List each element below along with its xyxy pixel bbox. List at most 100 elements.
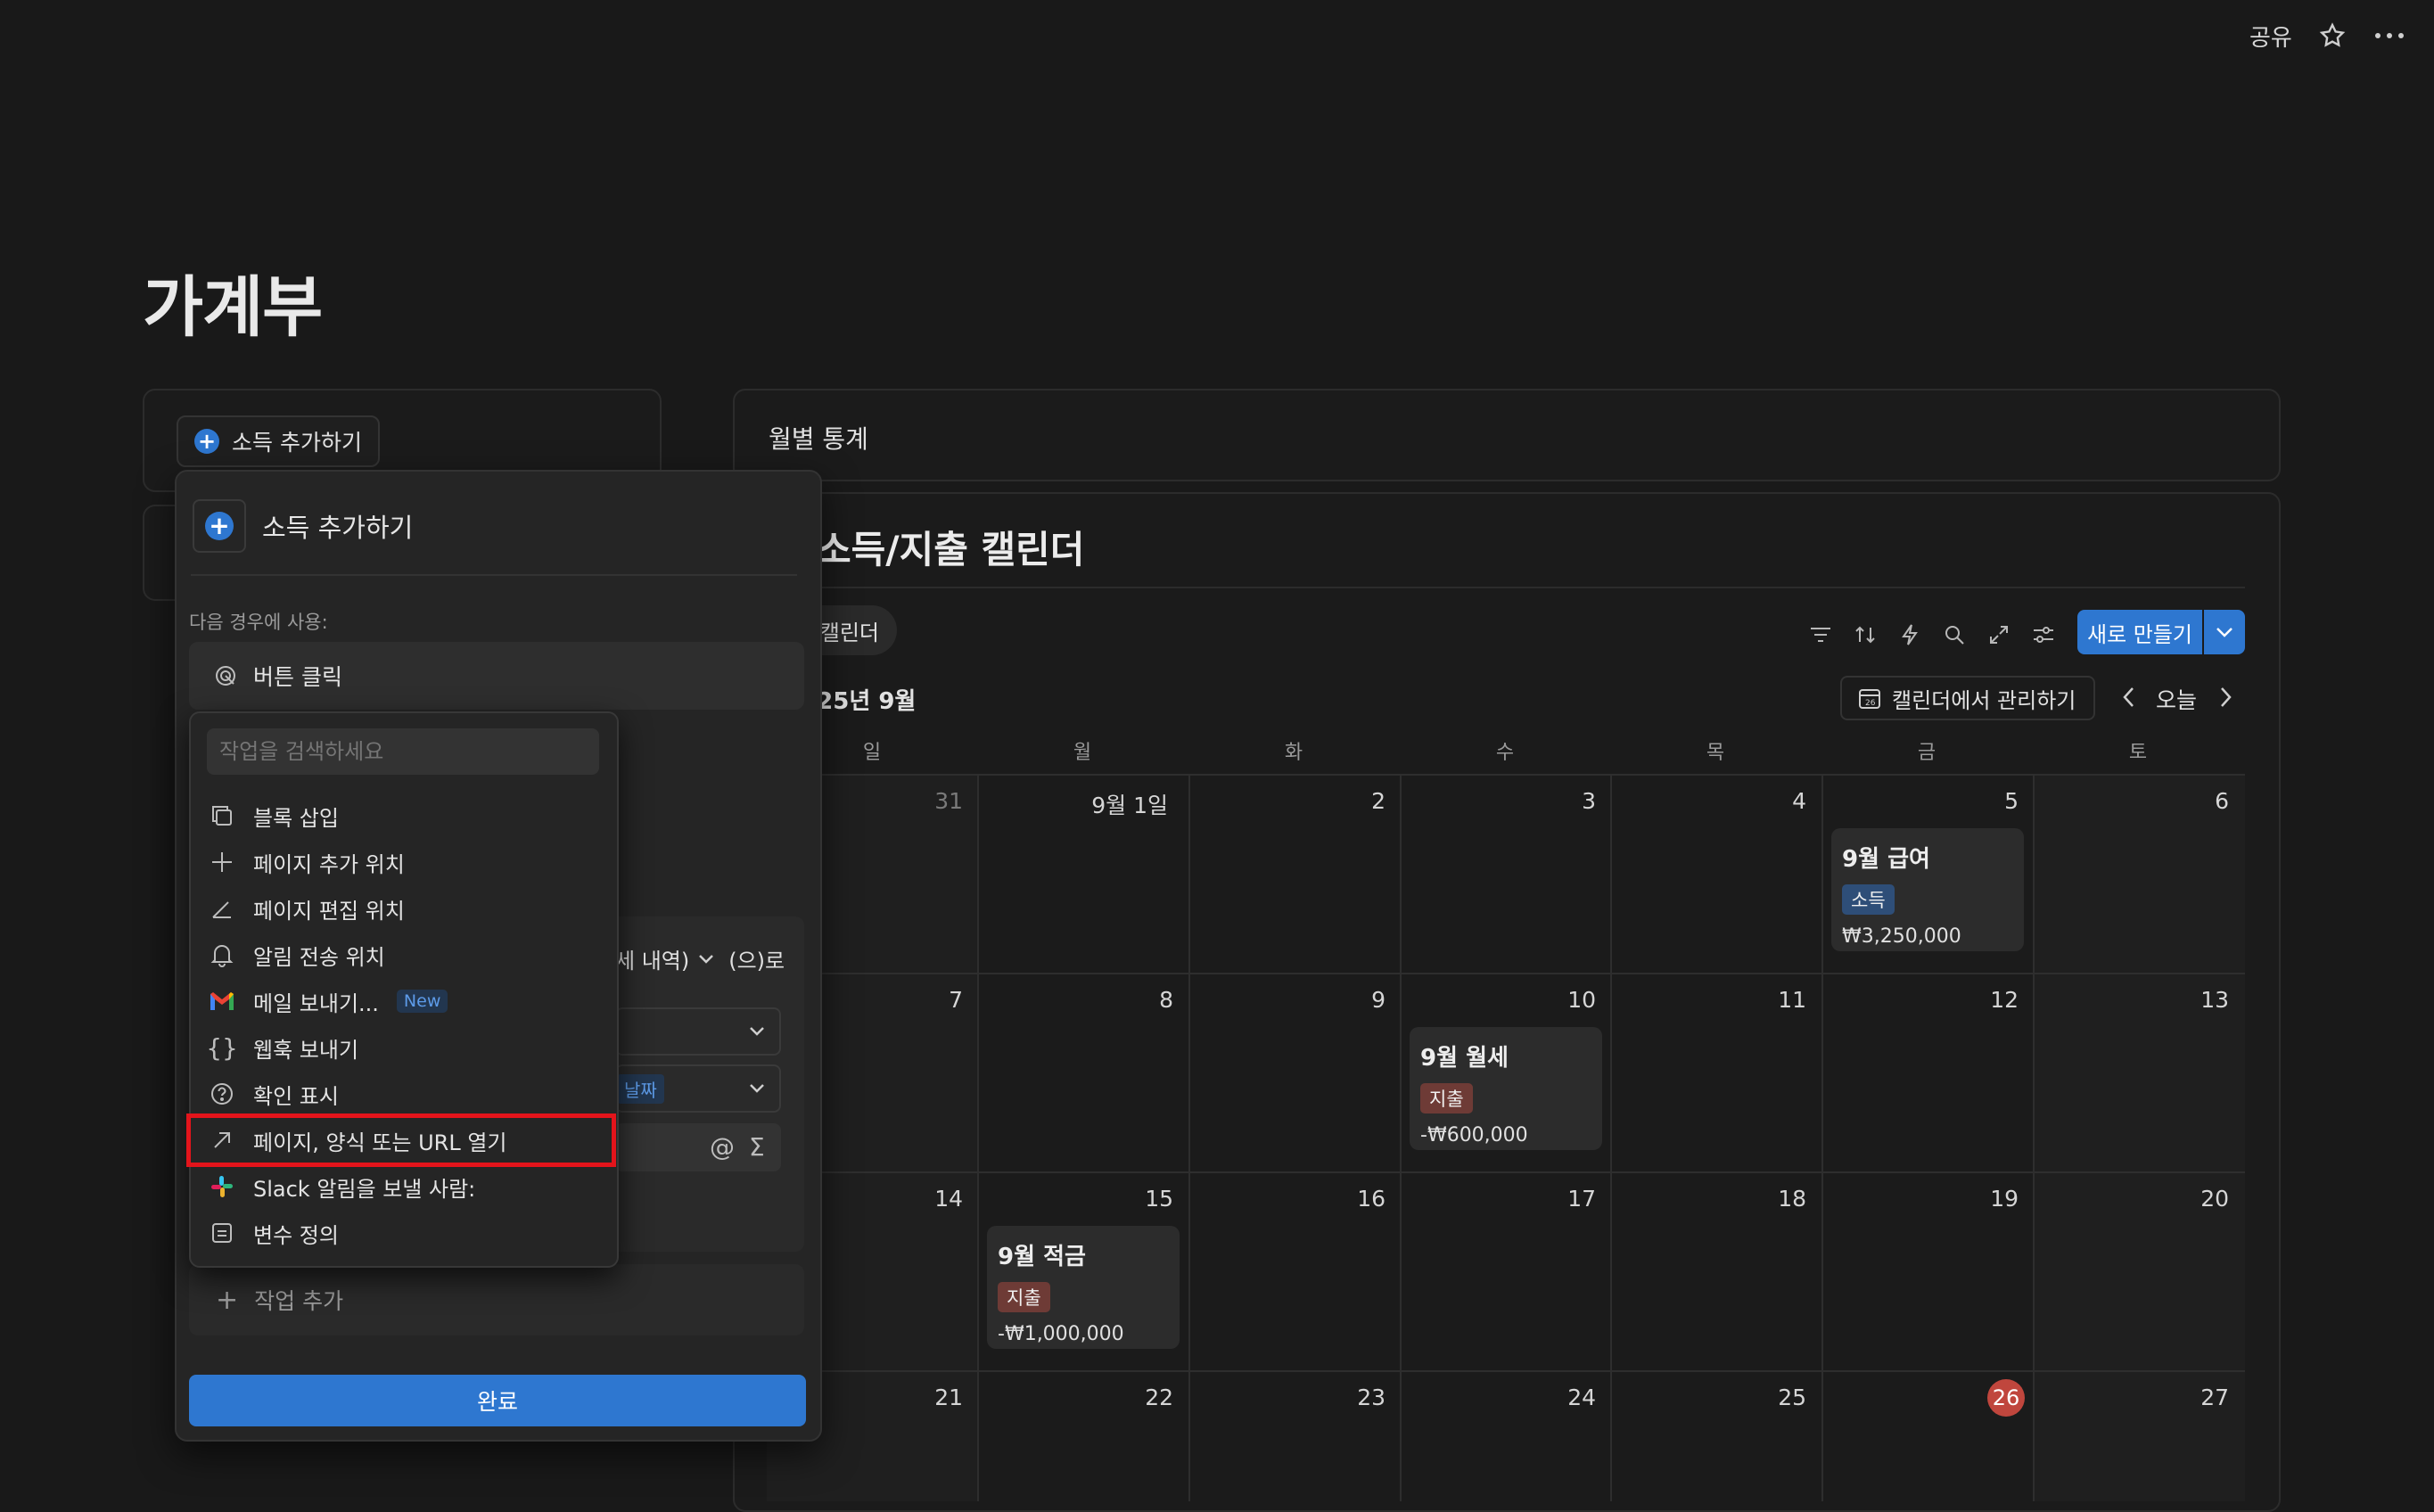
day-cell-number[interactable]: 25 [1753,1385,1806,1410]
day-cell-number[interactable]: 8 [1120,987,1173,1013]
event-amount: ₩3,250,000 [1842,925,1961,948]
today-marker[interactable]: 26 [1987,1379,2025,1417]
menu-item-send-mail[interactable]: 메일 보내기... New [209,978,592,1024]
more-icon[interactable] [2372,20,2407,52]
action-target-select[interactable]: 세 내역) (으)로 [615,943,785,974]
new-button-dropdown[interactable] [2204,610,2245,654]
property-field-select[interactable] [615,1007,781,1056]
slack-icon [209,1173,235,1200]
braces-icon: {} [206,1032,238,1063]
day-cell-number[interactable]: 5 [1965,788,2019,814]
action-search-input[interactable] [207,728,599,775]
day-cell-number[interactable]: 3 [1542,788,1596,814]
popover-divider [191,574,797,576]
done-button-label: 완료 [476,1389,518,1415]
event-card-savings[interactable]: 9월 적금 지출 -₩1,000,000 [987,1226,1180,1349]
weekday-wed: 수 [1495,742,1515,764]
grid-line [767,973,2245,974]
sort-icon[interactable] [1851,620,1879,649]
menu-item-show-confirmation[interactable]: 확인 표시 [209,1071,592,1117]
trigger-label: 버튼 클릭 [253,664,342,690]
calendar-title-divider [767,587,2245,588]
menu-item-add-page[interactable]: 페이지 추가 위치 [209,839,592,885]
menu-item-label: 블록 삽입 [253,805,339,831]
menu-item-send-webhook[interactable]: {} 웹훅 보내기 [206,1024,592,1071]
day-cell-number[interactable]: 16 [1332,1186,1386,1212]
popover-header: + 소득 추가하기 [193,499,413,553]
menu-item-label: 페이지 추가 위치 [253,851,405,877]
plus-circle-icon: + [205,512,234,540]
menu-item-label: 메일 보내기... [253,990,379,1016]
day-cell-number[interactable]: 9 [1332,987,1386,1013]
settings-sliders-icon[interactable] [2029,620,2058,649]
button-icon-picker[interactable]: + [193,499,246,553]
day-cell-number[interactable]: 10 [1542,987,1596,1013]
expand-icon[interactable] [1985,620,2013,649]
manage-in-calendar-button[interactable]: 26 캘린더에서 관리하기 [1840,676,2095,720]
day-cell-number[interactable]: 22 [1120,1385,1173,1410]
day-cell-number[interactable]: 12 [1965,987,2019,1013]
day-cell-number[interactable]: 23 [1332,1385,1386,1410]
menu-item-send-notification[interactable]: 알림 전송 위치 [209,932,592,978]
formula-sigma-icon[interactable]: Σ [749,1132,765,1162]
day-cell-number[interactable]: 18 [1753,1186,1806,1212]
trigger-field[interactable]: 버튼 클릭 [189,642,804,710]
menu-item-slack-notification[interactable]: Slack 알림을 보낼 사람: [209,1163,592,1210]
automation-bolt-icon[interactable] [1895,620,1924,649]
new-badge: New [396,990,448,1013]
menu-item-insert-block[interactable]: 블록 삽입 [209,793,592,839]
next-month-icon[interactable] [2213,683,2240,711]
chevron-down-icon [750,1084,764,1093]
day-cell-number[interactable]: 17 [1542,1186,1596,1212]
grid-line [1188,774,1190,1501]
action-target-suffix: (으)로 [728,949,785,974]
day-cell-number[interactable]: 11 [1753,987,1806,1013]
event-amount: -₩600,000 [1420,1124,1528,1146]
menu-item-label: 알림 전송 위치 [253,944,385,970]
menu-item-edit-page[interactable]: 페이지 편집 위치 [209,885,592,932]
gmail-icon [209,988,235,1015]
day-cell-number[interactable]: 14 [909,1186,963,1212]
day-cell-number[interactable]: 2 [1332,788,1386,814]
today-button[interactable]: 오늘 [2156,683,2197,715]
manage-in-calendar-label: 캘린더에서 관리하기 [1892,687,2076,713]
calendar-title: 소득/지출 캘린더 [817,528,1085,571]
share-button[interactable]: 공유 [2249,20,2292,53]
weekday-tue: 화 [1284,742,1303,764]
day-cell-number[interactable]: 13 [2175,987,2229,1013]
event-card-rent[interactable]: 9월 월세 지출 -₩600,000 [1410,1027,1602,1150]
new-button[interactable]: 새로 만들기 [2077,610,2202,654]
add-income-button[interactable]: + 소득 추가하기 [177,415,380,467]
filter-icon[interactable] [1806,620,1835,649]
day-cell-number[interactable]: 15 [1120,1186,1173,1212]
date-property-select[interactable]: 날짜 [615,1064,781,1113]
day-cell-number[interactable]: 27 [2175,1385,2229,1410]
menu-item-define-variable[interactable]: 변수 정의 [209,1210,592,1256]
grid-line [767,774,2245,776]
add-income-label: 소득 추가하기 [232,430,362,456]
day-cell-number[interactable]: 7 [909,987,963,1013]
day-cell-number[interactable]: 21 [909,1385,963,1410]
add-action-button[interactable]: + 작업 추가 [189,1264,804,1335]
popover-title[interactable]: 소득 추가하기 [262,507,413,545]
day-cell-number[interactable]: 9월 1일 [1052,788,1168,820]
plus-icon [209,849,235,875]
day-cell-number[interactable]: 31 [909,788,963,814]
day-cell-number[interactable]: 6 [2175,788,2229,814]
mention-icon[interactable]: @ [710,1132,735,1162]
event-tag-income: 소득 [1842,884,1895,915]
svg-text:26: 26 [1865,699,1876,708]
star-icon[interactable] [2316,20,2348,52]
chevron-down-icon [2216,628,2233,637]
search-icon[interactable] [1940,620,1969,649]
day-cell-number[interactable]: 24 [1542,1385,1596,1410]
menu-item-label: 변수 정의 [253,1222,339,1248]
day-cell-number[interactable]: 19 [1965,1186,2019,1212]
day-cell-number[interactable]: 20 [2175,1186,2229,1212]
done-button[interactable]: 완료 [189,1375,806,1426]
menu-item-label: 페이지 편집 위치 [253,898,405,924]
action-target-value: 세 내역) [615,949,690,974]
day-cell-number[interactable]: 4 [1753,788,1806,814]
event-card-salary[interactable]: 9월 급여 소득 ₩3,250,000 [1831,828,2024,951]
prev-month-icon[interactable] [2115,683,2142,711]
